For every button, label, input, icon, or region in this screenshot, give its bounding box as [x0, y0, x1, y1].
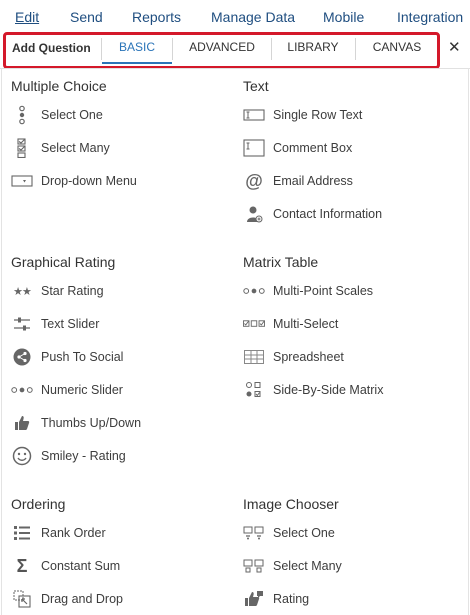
question-type-label: Single Row Text	[273, 108, 363, 122]
question-type-label: Constant Sum	[41, 559, 121, 573]
image-grid-icon	[243, 523, 265, 543]
question-type-label: Text Slider	[41, 317, 100, 331]
contact-person-icon	[243, 204, 265, 224]
question-type-label: Select Many	[273, 559, 342, 573]
image-grid-multi-icon	[243, 556, 265, 576]
question-type-comment-box[interactable]: Comment Box	[243, 136, 352, 160]
top-menu-bar: Edit Send Reports Manage Data Mobile Int…	[0, 0, 470, 34]
spreadsheet-icon	[243, 347, 265, 367]
question-type-contact-information[interactable]: Contact Information	[243, 202, 382, 226]
panel-border	[468, 68, 469, 615]
question-type-label: Contact Information	[273, 207, 383, 221]
tab-advanced[interactable]: ADVANCED	[173, 32, 271, 64]
question-type-label: Push To Social	[41, 350, 124, 364]
question-type-label: Numeric Slider	[41, 383, 123, 397]
section-title-image-chooser: Image Chooser	[243, 496, 339, 512]
close-icon[interactable]: ✕	[448, 38, 461, 56]
question-type-image-rating[interactable]: Rating	[243, 587, 309, 611]
section-title-text: Text	[243, 78, 269, 94]
question-type-label: Star Rating	[41, 284, 104, 298]
menu-manage-data[interactable]: Manage Data	[211, 9, 295, 25]
menu-integration[interactable]: Integration	[397, 9, 463, 25]
section-title-graphical-rating: Graphical Rating	[11, 254, 116, 270]
add-question-label: Add Question	[12, 41, 91, 55]
question-type-email-address[interactable]: @ Email Address	[243, 169, 353, 193]
question-type-label: Drag and Drop	[41, 592, 123, 606]
stars-icon: ★★	[13, 285, 32, 298]
question-type-push-to-social[interactable]: Push To Social	[11, 345, 123, 369]
multi-point-icon	[243, 281, 265, 301]
sliders-icon	[11, 314, 33, 334]
add-question-tab-row: Add Question BASIC ADVANCED LIBRARY CANV…	[0, 32, 470, 68]
dots-scale-icon	[11, 380, 33, 400]
text-row-icon	[243, 105, 265, 125]
question-type-constant-sum[interactable]: Σ Constant Sum	[11, 554, 121, 578]
question-type-label: Comment Box	[273, 141, 353, 155]
tab-library[interactable]: LIBRARY	[272, 32, 354, 64]
question-type-label: Email Address	[273, 174, 353, 188]
question-type-thumbs-up-down[interactable]: Thumbs Up/Down	[11, 411, 141, 435]
question-type-single-row-text[interactable]: Single Row Text	[243, 103, 362, 127]
question-type-label: Multi-Point Scales	[273, 284, 374, 298]
comment-box-icon	[243, 138, 265, 158]
menu-mobile[interactable]: Mobile	[323, 9, 364, 25]
thumbs-up-icon	[11, 413, 33, 433]
question-type-label: Side-By-Side Matrix	[273, 383, 384, 397]
question-type-label: Rank Order	[41, 526, 106, 540]
question-type-image-select-many[interactable]: Select Many	[243, 554, 342, 578]
question-type-label: Rating	[273, 592, 310, 606]
dropdown-icon	[11, 171, 33, 191]
question-type-label: Select One	[273, 526, 335, 540]
question-type-label: Select Many	[41, 141, 110, 155]
question-type-side-by-side-matrix[interactable]: Side-By-Side Matrix	[243, 378, 383, 402]
menu-edit[interactable]: Edit	[15, 9, 39, 25]
tab-canvas[interactable]: CANVAS	[356, 32, 438, 64]
menu-reports[interactable]: Reports	[132, 9, 181, 25]
image-rating-icon	[243, 589, 265, 609]
question-type-select-one[interactable]: Select One	[11, 103, 103, 127]
section-title-ordering: Ordering	[11, 496, 66, 512]
question-type-image-select-one[interactable]: Select One	[243, 521, 335, 545]
tab-basic[interactable]: BASIC	[102, 32, 172, 64]
question-type-label: Thumbs Up/Down	[41, 416, 142, 430]
question-type-star-rating[interactable]: ★★ Star Rating	[11, 279, 104, 303]
question-type-rank-order[interactable]: Rank Order	[11, 521, 106, 545]
smiley-icon	[11, 446, 33, 466]
question-type-smiley-rating[interactable]: Smiley - Rating	[11, 444, 126, 468]
panel-border	[1, 68, 2, 615]
section-title-matrix-table: Matrix Table	[243, 254, 319, 270]
question-type-select-many[interactable]: Select Many	[11, 136, 110, 160]
question-type-label: Smiley - Rating	[41, 449, 126, 463]
radio-stack-icon	[11, 105, 33, 125]
rank-list-icon	[11, 523, 33, 543]
section-title-multiple-choice: Multiple Choice	[11, 78, 107, 94]
menu-send[interactable]: Send	[70, 9, 103, 25]
question-type-text-slider[interactable]: Text Slider	[11, 312, 99, 336]
at-icon: @	[245, 170, 263, 191]
question-type-multi-select[interactable]: Multi-Select	[243, 312, 338, 336]
question-type-label: Multi-Select	[273, 317, 339, 331]
side-by-side-icon	[243, 380, 265, 400]
multi-select-icon	[243, 314, 265, 334]
question-type-multi-point-scales[interactable]: Multi-Point Scales	[243, 279, 373, 303]
drag-drop-icon	[11, 589, 33, 609]
question-type-label: Drop-down Menu	[41, 174, 137, 188]
question-type-label: Select One	[41, 108, 103, 122]
divider	[0, 68, 470, 69]
share-icon	[11, 347, 33, 367]
question-type-dropdown-menu[interactable]: Drop-down Menu	[11, 169, 137, 193]
question-type-label: Spreadsheet	[273, 350, 344, 364]
question-type-drag-and-drop[interactable]: Drag and Drop	[11, 587, 123, 611]
checkbox-stack-icon	[11, 138, 33, 158]
question-type-spreadsheet[interactable]: Spreadsheet	[243, 345, 344, 369]
sigma-icon: Σ	[16, 555, 28, 576]
question-type-numeric-slider[interactable]: Numeric Slider	[11, 378, 123, 402]
